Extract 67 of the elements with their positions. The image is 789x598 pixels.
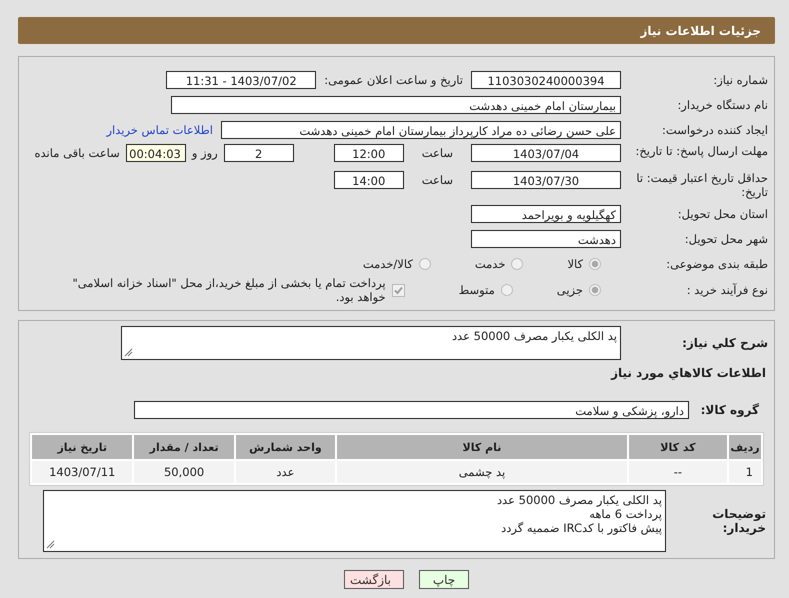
resize-grip-icon[interactable] (46, 540, 55, 549)
column-header: نام کالا (337, 435, 627, 459)
field-label: تاریخ و ساعت اعلان عمومی: (324, 72, 463, 86)
field-label: حداقل تاریخ اعتبار قیمت: تا تاریخ: (635, 171, 769, 199)
column-header: واحد شمارش (236, 435, 336, 459)
field-label: گروه کالا: (700, 402, 760, 416)
checkbox[interactable] (392, 284, 405, 296)
field-label: شماره نیاز: (712, 72, 769, 86)
field-label: ایجاد کننده درخواست: (661, 122, 769, 136)
field-label: طبقه بندی موضوعی: (665, 256, 769, 270)
notes-line: پد الکلی یکبار مصرف 50000 عدد (496, 493, 662, 507)
checkbox-label: پرداخت تمام یا بخشی از مبلغ خرید،از محل "اسناد خزانه اسلامی" خواهد بود. (71, 276, 386, 304)
days-label: روز و (192, 145, 218, 162)
buyer-contact-link[interactable]: اطلاعات تماس خریدار (106, 122, 213, 136)
table-cell: 1 (729, 461, 761, 483)
page-title: جزئیات اطلاعات نیاز (640, 24, 761, 38)
field-label: شرح کلي نياز: (681, 336, 769, 350)
table-cell: پد چشمی (337, 461, 627, 483)
table-cell: 50,000 (134, 461, 234, 483)
announce-date-field: 1403/07/02 - 11:31 (166, 70, 316, 88)
radio-label: متوسط (458, 283, 495, 297)
date-field: 1403/07/04 (471, 144, 621, 162)
buyer-notes-textarea[interactable]: پد الکلی یکبار مصرف 50000 عدد پرداخت 6 ماهه پیش فاکتور با کدIRC ضممیه گردد (43, 490, 666, 552)
radio-label: کالا/خدمت (362, 256, 413, 270)
summary-text: پد الکلی یکبار مصرف 50000 عدد (452, 329, 617, 343)
radio-label: کالا (567, 256, 583, 270)
city-field: دهدشت (471, 230, 621, 248)
field-label: توضیحات خریدار: (711, 507, 767, 535)
goods-group-field: دارو، پزشکی و سلامت (134, 400, 689, 418)
print-button[interactable]: چاپ (419, 570, 469, 589)
column-header: تاریخ نیاز (32, 435, 132, 459)
days-field: 2 (224, 144, 294, 162)
section-heading: اطلاعات كالاهاي مورد نياز (611, 366, 767, 380)
radio-button[interactable] (511, 258, 524, 270)
time-field: 12:00 (334, 144, 404, 162)
field-label: مهلت ارسال پاسخ: تا تاریخ: (634, 144, 769, 158)
notes-line: پیش فاکتور با کدIRC ضممیه گردد (500, 521, 662, 535)
column-header: رديف (729, 435, 761, 459)
requester-field: علی حسن رضائی ده مراد کارپرداز بیمارستان امام خمینی دهدشت (221, 120, 621, 138)
back-button[interactable]: بازگشت (344, 570, 404, 589)
column-header: تعداد / مقدار (134, 435, 234, 459)
summary-textarea[interactable]: پد الکلی یکبار مصرف 50000 عدد (121, 326, 621, 360)
time-field: 14:00 (334, 171, 404, 189)
radio-button[interactable] (500, 284, 513, 296)
field-label: نام دستگاه خریدار: (676, 98, 769, 112)
radio-button[interactable] (589, 284, 601, 296)
radio-label: خدمت (474, 256, 506, 270)
table-cell: -- (628, 461, 728, 483)
column-header: کد کالا (628, 435, 728, 459)
table-cell: عدد (236, 461, 336, 483)
remaining-label: ساعت باقی مانده (34, 145, 120, 162)
radio-label: جزیی (556, 283, 583, 297)
field-label: شهر محل تحویل: (684, 232, 769, 246)
radio-button[interactable] (418, 258, 431, 270)
date-field: 1403/07/30 (471, 171, 621, 189)
notes-line: پرداخت 6 ماهه (588, 507, 662, 521)
buyer-org-field: بیمارستان امام خمینی دهدشت (171, 96, 621, 114)
table-cell: 1403/07/11 (32, 461, 132, 483)
need-number-field: 1103030240000394 (471, 70, 621, 88)
field-label: نوع فرآیند خرید : (686, 283, 769, 297)
resize-grip-icon[interactable] (124, 348, 133, 357)
time-label: ساعت (422, 145, 453, 162)
field-label: استان محل تحویل: (676, 206, 769, 220)
remaining-time-field: 00:04:03 (126, 144, 186, 162)
time-label: ساعت (422, 172, 453, 189)
province-field: کهگیلویه و بویراحمد (471, 204, 621, 222)
radio-button[interactable] (589, 258, 601, 270)
